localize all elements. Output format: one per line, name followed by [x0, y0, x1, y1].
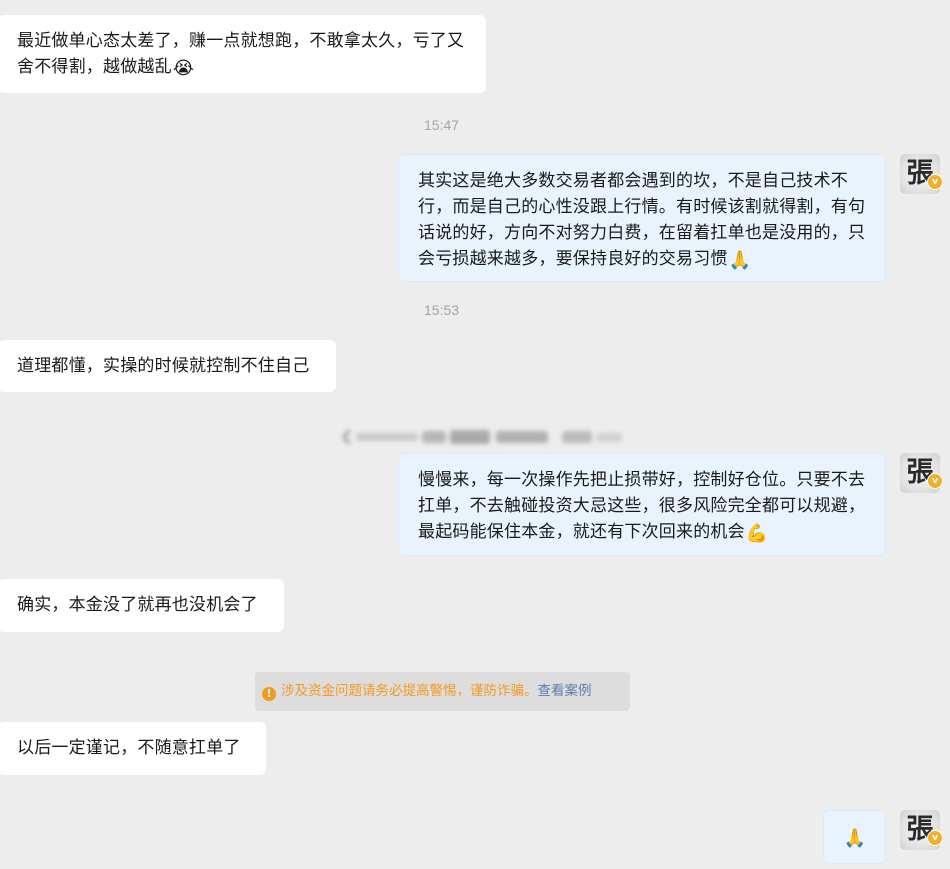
message-bubble-outgoing[interactable]: 其实这是绝大多数交易者都会遇到的坎，不是自己技术不行，而是自己的心性没跟上行情。… [398, 154, 886, 282]
warning-text: 涉及资金问题请务必提高警惕，谨防诈骗。 [281, 683, 538, 699]
message-text: 以后一定谨记，不随意扛单了 [17, 738, 241, 758]
warning-icon: ! [262, 687, 276, 701]
flexed-biceps-emoji-icon: 💪 [745, 523, 769, 544]
message-text: 道理都懂，实操的时候就控制不住自己 [17, 356, 310, 376]
timestamp: 15:47 [424, 117, 460, 133]
crying-emoji-icon: 😭 [172, 58, 195, 79]
folded-hands-emoji-icon: 🙏 [843, 828, 867, 849]
timestamp: 15:53 [424, 302, 460, 318]
security-warning-notice: ! 涉及资金问题请务必提高警惕，谨防诈骗。查看案例 [255, 672, 630, 711]
message-text: 慢慢来，每一次操作先把止损带好，控制好仓位。只要不去扛单，不去触碰投资大忌这些，… [418, 470, 866, 542]
verified-badge-icon: v [927, 473, 943, 489]
message-bubble-incoming[interactable]: 确实，本金没了就再也没机会了 [0, 579, 284, 632]
avatar[interactable]: 張 v [900, 154, 943, 194]
message-text: 其实这是绝大多数交易者都会遇到的坎，不是自己技术不行，而是自己的心性没跟上行情。… [418, 171, 866, 269]
view-cases-link[interactable]: 查看案例 [538, 683, 592, 699]
message-text: 确实，本金没了就再也没机会了 [17, 595, 258, 615]
message-text: 最近做单心态太差了，赚一点就想跑，不敢拿太久，亏了又舍不得割，越做越乱 [17, 31, 465, 77]
message-bubble-outgoing[interactable]: 🙏 [823, 810, 886, 864]
message-bubble-incoming[interactable]: 以后一定谨记，不随意扛单了 [0, 722, 266, 775]
folded-hands-emoji-icon: 🙏 [728, 250, 752, 271]
avatar[interactable]: 張 v [900, 810, 943, 850]
avatar[interactable]: 張 v [900, 453, 943, 493]
blur-shape [343, 429, 622, 445]
message-bubble-incoming[interactable]: 最近做单心态太差了，赚一点就想跑，不敢拿太久，亏了又舍不得割，越做越乱😭 [0, 15, 486, 93]
verified-badge-icon: v [927, 174, 943, 190]
blurred-system-notice [336, 425, 626, 449]
verified-badge-icon: v [927, 830, 943, 846]
message-bubble-incoming[interactable]: 道理都懂，实操的时候就控制不住自己 [0, 340, 336, 392]
message-bubble-outgoing[interactable]: 慢慢来，每一次操作先把止损带好，控制好仓位。只要不去扛单，不去触碰投资大忌这些，… [398, 453, 886, 556]
